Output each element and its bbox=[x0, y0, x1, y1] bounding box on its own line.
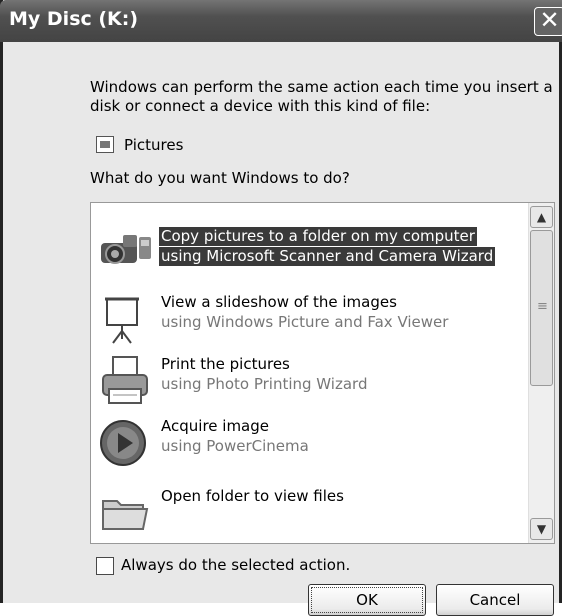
picture-file-icon bbox=[96, 136, 114, 153]
item-title: Print the pictures bbox=[161, 355, 290, 373]
always-do-label[interactable]: Always do the selected action. bbox=[121, 556, 350, 574]
scroll-thumb[interactable] bbox=[530, 230, 553, 386]
ok-button[interactable]: OK bbox=[308, 584, 426, 616]
item-title: View a slideshow of the images bbox=[161, 293, 397, 311]
title-bar[interactable]: My Disc (K:) ✕ bbox=[0, 0, 562, 42]
autoplay-dialog: My Disc (K:) ✕ Windows can perform the s… bbox=[0, 0, 562, 616]
list-item-acquire-image[interactable]: Acquire image using PowerCinema bbox=[99, 417, 519, 479]
projector-screen-icon bbox=[99, 293, 153, 347]
item-subtitle: using Microsoft Scanner and Camera Wizar… bbox=[159, 247, 496, 266]
item-title: Acquire image bbox=[161, 417, 269, 435]
cancel-button[interactable]: Cancel bbox=[436, 584, 554, 616]
item-subtitle: using PowerCinema bbox=[161, 437, 309, 455]
question-text: What do you want Windows to do? bbox=[90, 169, 350, 187]
item-subtitle: using Photo Printing Wizard bbox=[161, 375, 368, 393]
item-title: Open folder to view files bbox=[161, 487, 344, 505]
folder-icon bbox=[99, 483, 153, 537]
item-subtitle: using Windows Picture and Fax Viewer bbox=[161, 313, 449, 331]
printer-icon bbox=[99, 355, 153, 409]
always-do-checkbox[interactable] bbox=[96, 557, 114, 575]
file-type-label: Pictures bbox=[124, 136, 184, 154]
list-item-open-folder[interactable]: Open folder to view files bbox=[99, 483, 519, 543]
action-list[interactable]: Copy pictures to a folder on my computer… bbox=[90, 202, 555, 544]
list-item-print[interactable]: Print the pictures using Photo Printing … bbox=[99, 355, 519, 417]
vertical-scrollbar[interactable]: ▲ ▼ bbox=[528, 203, 554, 543]
camera-icon bbox=[99, 227, 153, 281]
scroll-up-button[interactable]: ▲ bbox=[530, 206, 553, 228]
list-item-copy-pictures[interactable]: Copy pictures to a folder on my computer… bbox=[99, 227, 519, 289]
intro-text: Windows can perform the same action each… bbox=[90, 78, 553, 115]
window-title: My Disc (K:) bbox=[9, 8, 139, 30]
item-title: Copy pictures to a folder on my computer bbox=[159, 227, 477, 246]
close-button[interactable]: ✕ bbox=[534, 7, 562, 36]
dialog-content: Windows can perform the same action each… bbox=[3, 42, 559, 616]
list-item-slideshow[interactable]: View a slideshow of the images using Win… bbox=[99, 293, 519, 355]
scroll-down-button[interactable]: ▼ bbox=[530, 518, 553, 540]
play-icon bbox=[99, 417, 153, 471]
